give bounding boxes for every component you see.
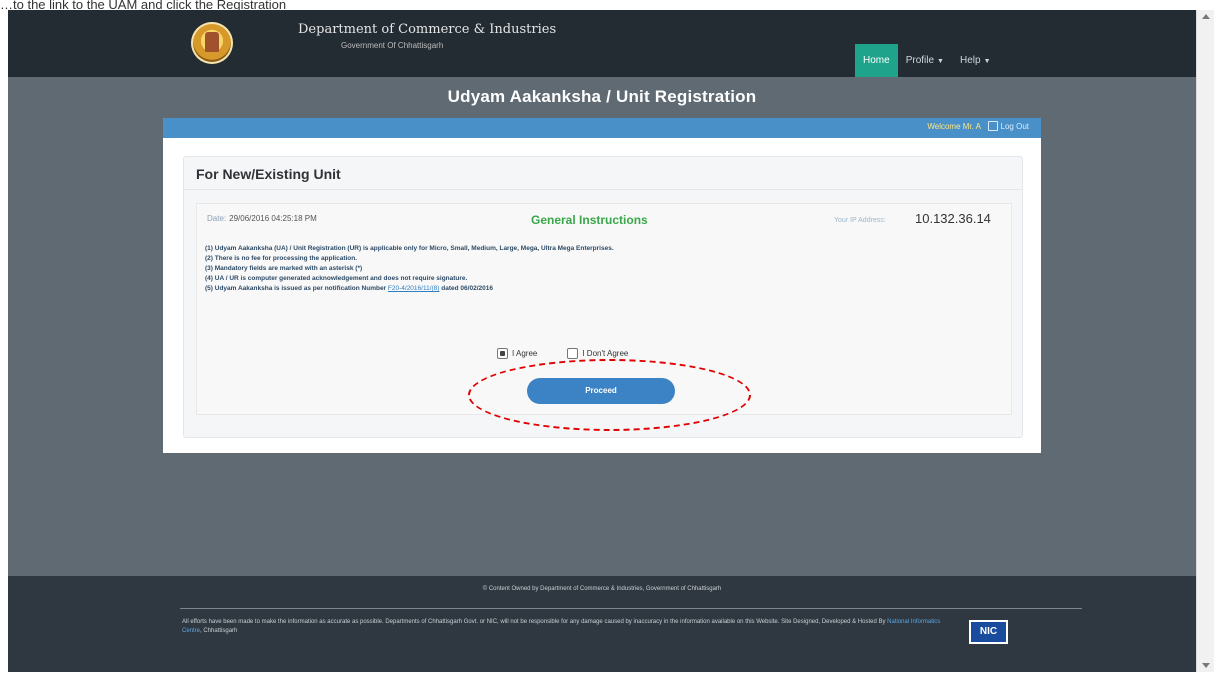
instruction-item: (4) UA / UR is computer generated acknow… [205,275,468,282]
chevron-down-icon: ▼ [937,58,944,65]
state-emblem-logo [191,22,233,64]
scroll-down-icon[interactable] [1202,663,1210,668]
nav-help[interactable]: Help ▼ [952,44,999,77]
user-bar: Welcome Mr. A Log Out [163,118,1041,138]
instruction-item: (1) Udyam Aakanksha (UA) / Unit Registra… [205,245,614,252]
date-value: 29/06/2016 04:25:18 PM [229,214,317,223]
agree-radio[interactable] [497,348,508,359]
panel-divider [184,189,1022,190]
logout-icon [987,121,998,131]
proceed-highlight-annotation [468,359,751,431]
site-footer: © Content Owned by Department of Commerc… [8,576,1196,672]
nav-help-label: Help [959,55,981,66]
instructions-list: (1) Udyam Aakanksha (UA) / Unit Registra… [205,244,614,294]
chevron-down-icon: ▼ [983,58,991,65]
nic-logo[interactable]: NIC [969,620,1008,644]
logout-label: Log Out [1000,121,1029,131]
welcome-text: Welcome Mr. A [927,122,981,131]
browser-viewport: Department of Commerce & Industries Gove… [8,10,1196,672]
panel-title: For New/Existing Unit [196,166,341,182]
copyright-text: © Content Owned by Department of Commerc… [482,586,722,592]
site-header: Department of Commerce & Industries Gove… [8,10,1196,77]
instruction-5-prefix: (5) Udyam Aakanksha is issued as per not… [205,285,387,292]
agree-option[interactable]: I Agree [497,348,537,359]
instruction-item: (5) Udyam Aakanksha is issued as per not… [205,284,614,294]
vertical-scrollbar[interactable] [1196,10,1214,672]
footer-divider [180,608,1082,609]
notification-link[interactable]: F20-4/2016/11/(8) [388,285,440,292]
date-label: Date: [207,214,227,223]
document-caption-text: …to the link to the UAM and click the Re… [0,0,287,10]
page-title-bar: Udyam Aakanksha / Unit Registration [8,77,1196,117]
agree-label: I Agree [512,349,538,358]
instruction-item: (2) There is no fee for processing the a… [205,255,358,262]
instruction-5-suffix: dated 06/02/2016 [441,285,493,292]
scroll-up-icon[interactable] [1202,14,1210,19]
instruction-item: (3) Mandatory fields are marked with an … [205,265,363,272]
nav-home[interactable]: Home [855,44,898,77]
main-navigation: Home Profile ▼ Help ▼ [855,44,999,77]
date-display: Date: 29/06/2016 04:25:18 PM [207,214,317,223]
ip-address-label: Your IP Address: [834,217,886,224]
ip-address-value: 10.132.36.14 [915,211,991,226]
disagree-radio[interactable] [567,348,579,359]
government-name: Government Of Chhattisgarh [341,41,444,50]
agreement-options: I Agree I Don't Agree [497,348,628,359]
nav-home-label: Home [863,55,890,66]
page-title: Udyam Aakanksha / Unit Registration [447,87,757,106]
disagree-label: I Don't Agree [582,349,629,358]
disclaimer-end: , Chhattisgarh [200,628,238,634]
nav-profile[interactable]: Profile ▼ [898,44,952,77]
emblem-icon [205,32,219,52]
disclaimer-start: All efforts have been made to make the i… [182,619,886,625]
disclaimer-text: All efforts have been made to make the i… [182,618,942,636]
disagree-option[interactable]: I Don't Agree [567,348,628,359]
department-name: Department of Commerce & Industries [298,22,557,37]
instructions-heading: General Instructions [531,213,648,227]
logout-link[interactable]: Log Out [987,121,1029,131]
nav-profile-label: Profile [905,55,935,66]
